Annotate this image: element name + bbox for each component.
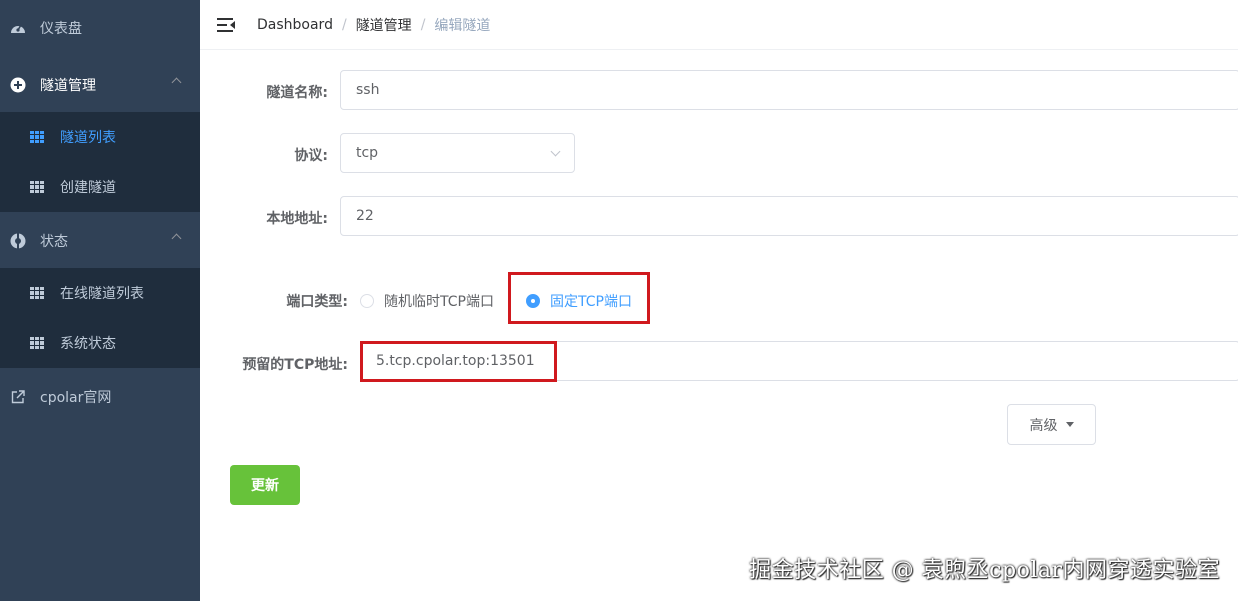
protocol-value: tcp (356, 145, 379, 161)
highlight-box (360, 341, 557, 382)
sidebar-item-status[interactable]: 状态 (0, 213, 200, 269)
top-navbar: Dashboard / 隧道管理 / 编辑隧道 (200, 0, 1238, 50)
local-address-label: 本地地址: (266, 211, 328, 227)
sidebar-item-label: 隧道列表 (60, 130, 116, 146)
caret-down-icon (1065, 422, 1074, 427)
tunnel-name-input[interactable]: ssh (340, 70, 1238, 110)
advanced-dropdown-button[interactable]: 高级 (1007, 404, 1096, 445)
radio-random-tcp-port[interactable]: 随机临时TCP端口 (360, 291, 494, 311)
radio-unchecked-icon (360, 294, 374, 308)
grid-icon (30, 181, 44, 193)
tunnel-name-label: 隧道名称: (266, 85, 328, 101)
chevron-down-icon (550, 146, 561, 157)
breadcrumb: Dashboard / 隧道管理 / 编辑隧道 (257, 15, 490, 35)
breadcrumb-tunnel-management[interactable]: 隧道管理 (356, 15, 412, 35)
advanced-label: 高级 (1029, 417, 1058, 434)
protocol-select[interactable]: tcp (340, 133, 575, 173)
chevron-up-icon (171, 233, 182, 244)
sidebar-item-label: 仪表盘 (40, 21, 82, 37)
breadcrumb-separator: / (341, 16, 347, 33)
tunnel-name-value: ssh (356, 82, 380, 98)
port-type-label: 端口类型: (286, 294, 348, 310)
lifebuoy-icon (10, 233, 26, 249)
sidebar-item-system-status[interactable]: 系统状态 (0, 318, 200, 368)
local-address-value: 22 (356, 208, 374, 224)
breadcrumb-edit-tunnel: 编辑隧道 (434, 17, 491, 34)
highlight-box (508, 272, 650, 324)
grid-icon (30, 131, 44, 143)
sidebar-item-tunnel-list[interactable]: 隧道列表 (0, 112, 200, 162)
breadcrumb-dashboard[interactable]: Dashboard (257, 17, 333, 33)
sidebar-item-tunnel-management[interactable]: 隧道管理 (0, 57, 200, 113)
dashboard-gauge-icon (10, 20, 26, 36)
sidebar-item-cpolar-site[interactable]: cpolar官网 (0, 369, 200, 425)
sidebar-item-dashboard[interactable]: 仪表盘 (0, 0, 200, 56)
sidebar: 仪表盘 隧道管理 隧道列表 创建隧道 状态 在线隧道列表 系统状态 cpolar… (0, 0, 200, 601)
sidebar-toggle-icon[interactable] (217, 17, 235, 33)
grid-icon (30, 287, 44, 299)
sidebar-item-label: 隧道管理 (40, 78, 96, 94)
grid-icon (30, 337, 44, 349)
watermark: 掘金技术社区 @ 袁煦丞cpolar内网穿透实验室 (749, 558, 1220, 583)
local-address-input[interactable]: 22 (340, 196, 1238, 236)
reserved-address-label: 预留的TCP地址: (242, 357, 348, 373)
plus-circle-icon (10, 77, 26, 93)
update-button[interactable]: 更新 (230, 465, 300, 505)
sidebar-item-create-tunnel[interactable]: 创建隧道 (0, 162, 200, 212)
sidebar-item-label: cpolar官网 (40, 390, 112, 406)
sidebar-item-label: 在线隧道列表 (60, 286, 144, 302)
sidebar-item-label: 状态 (40, 234, 68, 250)
sidebar-item-label: 创建隧道 (60, 180, 116, 196)
radio-label: 随机临时TCP端口 (384, 294, 494, 310)
breadcrumb-separator: / (420, 16, 426, 33)
protocol-label: 协议: (294, 148, 328, 164)
external-link-icon (10, 389, 26, 405)
chevron-up-icon (171, 77, 182, 88)
sidebar-item-online-tunnels[interactable]: 在线隧道列表 (0, 268, 200, 318)
sidebar-item-label: 系统状态 (60, 336, 116, 352)
